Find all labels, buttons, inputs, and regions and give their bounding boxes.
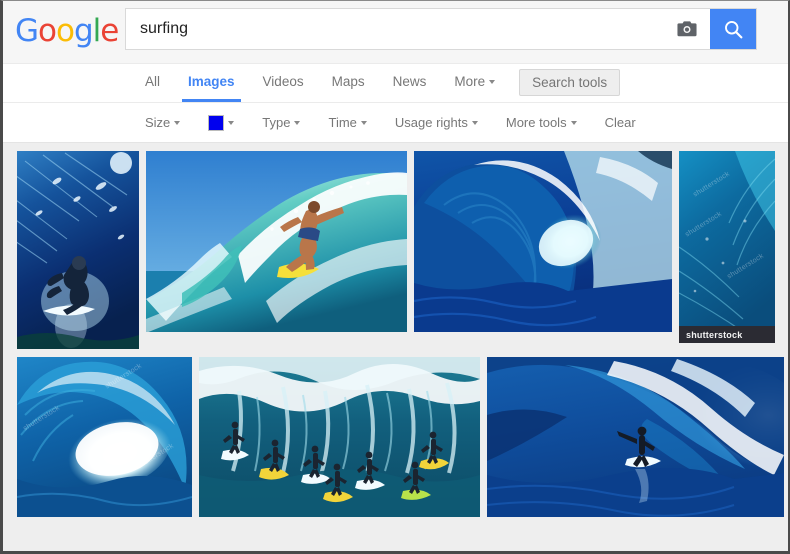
result-image-surfer-turquoise-wave[interactable]: [146, 151, 407, 332]
filter-type[interactable]: Type: [248, 115, 314, 130]
result-image-blue-wave-barrel[interactable]: [414, 151, 672, 332]
blue-wave-artwork: [414, 151, 672, 332]
filter-time-label: Time: [328, 115, 357, 130]
result-image-many-surfers[interactable]: [199, 357, 480, 517]
tab-maps-label: Maps: [331, 74, 365, 89]
search-tools-button[interactable]: Search tools: [519, 69, 621, 96]
filter-clear-label: Clear: [604, 115, 636, 130]
google-logo[interactable]: Google: [15, 13, 119, 49]
result-image-underwater-surfer[interactable]: [17, 151, 139, 349]
filter-size-label: Size: [145, 115, 171, 130]
tab-news-label: News: [392, 74, 427, 89]
search-input[interactable]: [126, 9, 664, 49]
tab-all-label: All: [145, 74, 161, 89]
result-image-shutterstock-ocean[interactable]: shutterstock shutterstock shutterstock s…: [679, 151, 775, 343]
filter-usage-rights-label: Usage rights: [394, 115, 468, 130]
chevron-down-icon: [471, 120, 478, 125]
logo-letter-G: G: [15, 13, 39, 49]
chevron-down-icon: [228, 120, 235, 125]
logo-letter-o2: o: [56, 13, 75, 49]
chevron-down-icon: [174, 120, 181, 125]
logo-letter-g: g: [73, 13, 94, 49]
logo-letter-o1: o: [38, 13, 57, 49]
filter-type-label: Type: [262, 115, 291, 130]
shutterstock-ocean-artwork: [679, 151, 775, 343]
filter-size[interactable]: Size: [131, 115, 194, 130]
wave-tube-artwork: [17, 357, 192, 517]
search-submit-button[interactable]: [710, 9, 756, 49]
magnifier-icon: [724, 20, 742, 38]
turquoise-wave-artwork: [146, 151, 407, 332]
result-image-barrel-surfer[interactable]: [487, 357, 784, 517]
chevron-down-icon: [360, 120, 367, 125]
chevron-down-icon: [489, 80, 496, 85]
shutterstock-watermark-bar: shutterstock: [679, 326, 775, 343]
result-image-wave-tube[interactable]: shutterstock shutterstock shutterstock: [17, 357, 192, 517]
browser-viewport: Google All Images Videos Maps: [0, 0, 790, 554]
tab-videos[interactable]: Videos: [249, 64, 318, 101]
filter-color[interactable]: [194, 114, 248, 131]
search-tools-filter-bar: Size Type Time Usage rights More tools C…: [3, 103, 788, 143]
tab-more[interactable]: More: [440, 64, 509, 101]
image-results-grid: shutterstock shutterstock shutterstock s…: [3, 143, 788, 551]
search-header: Google: [3, 1, 788, 64]
filter-usage-rights[interactable]: Usage rights: [381, 115, 492, 130]
filter-time[interactable]: Time: [314, 115, 380, 130]
color-swatch-blue: [208, 114, 225, 131]
filter-clear[interactable]: Clear: [591, 115, 650, 130]
search-tabs: All Images Videos Maps News More Search …: [3, 64, 788, 103]
search-box: [125, 8, 757, 50]
logo-letter-l: l: [92, 13, 102, 49]
chevron-down-icon: [294, 120, 301, 125]
tab-images[interactable]: Images: [174, 64, 249, 102]
camera-icon: [677, 21, 697, 37]
tab-maps[interactable]: Maps: [318, 64, 379, 101]
tab-more-label: More: [454, 74, 486, 89]
tab-images-label: Images: [188, 74, 235, 89]
image-results-row: shutterstock shutterstock shutterstock: [3, 357, 788, 517]
chevron-down-icon: [570, 120, 577, 125]
search-by-image-button[interactable]: [664, 9, 710, 49]
many-surfers-artwork: [199, 357, 480, 517]
underwater-surfer-artwork: [17, 151, 139, 349]
tab-videos-label: Videos: [262, 74, 304, 89]
image-results-row: shutterstock shutterstock shutterstock s…: [3, 151, 788, 349]
tab-news[interactable]: News: [379, 64, 441, 101]
logo-letter-e: e: [100, 13, 119, 49]
filter-more-tools-label: More tools: [505, 115, 567, 130]
tab-all[interactable]: All: [131, 64, 174, 101]
barrel-surfer-artwork: [487, 357, 784, 517]
filter-more-tools[interactable]: More tools: [492, 115, 591, 130]
